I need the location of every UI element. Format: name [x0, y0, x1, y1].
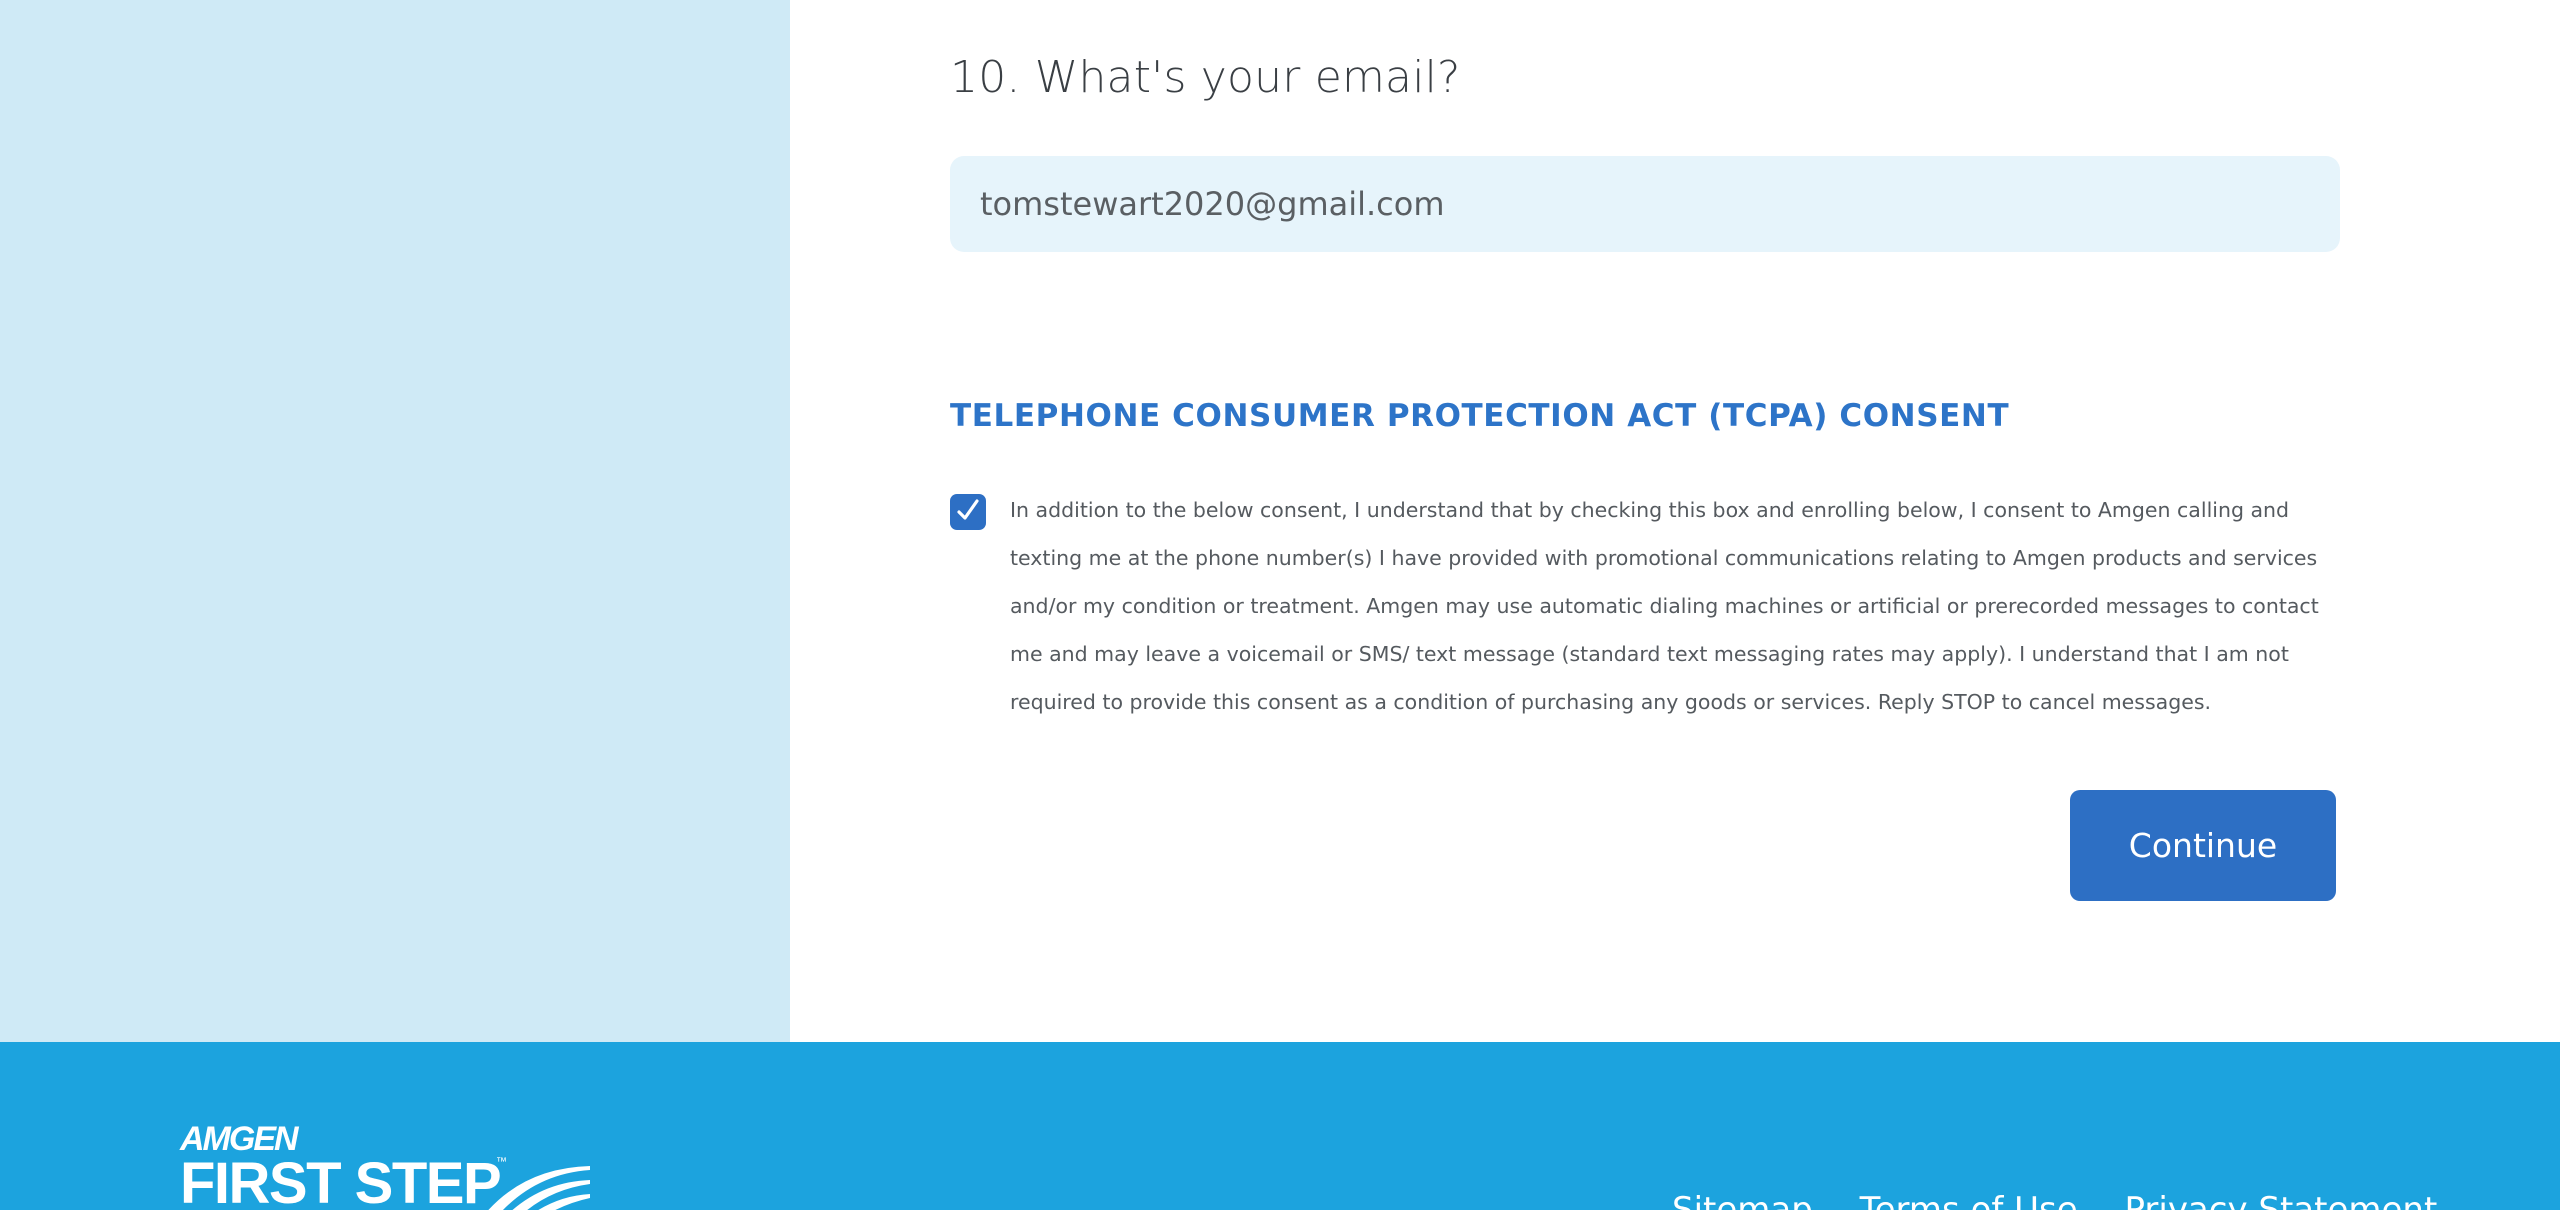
tcpa-heading: TELEPHONE CONSUMER PROTECTION ACT (TCPA)… — [950, 398, 2010, 434]
question-title: 10. What's your email? — [950, 52, 1461, 103]
continue-button[interactable]: Continue — [2070, 790, 2336, 901]
amgen-first-step-logo[interactable]: AMGEN FIRST STEP ™ — [180, 1120, 600, 1210]
consent-checkbox[interactable] — [950, 494, 986, 530]
main-form-area: 10. What's your email? TELEPHONE CONSUME… — [790, 0, 2560, 1042]
footer-link-privacy[interactable]: Privacy Statement — [2124, 1190, 2437, 1210]
email-input[interactable] — [950, 156, 2340, 252]
footer-link-sitemap[interactable]: Sitemap — [1672, 1190, 1813, 1210]
check-icon — [957, 499, 979, 520]
left-side-panel — [0, 0, 790, 1042]
footer-link-terms[interactable]: Terms of Use — [1860, 1190, 2078, 1210]
footer-nav: Sitemap Terms of Use Privacy Statement — [1672, 1190, 2473, 1210]
swoosh-icon — [488, 1166, 590, 1210]
consent-text: In addition to the below consent, I unde… — [1010, 498, 2319, 714]
footer: AMGEN FIRST STEP ™ Sitemap Terms of Use … — [0, 1042, 2560, 1210]
logo-first-step-text: FIRST STEP — [180, 1151, 502, 1210]
